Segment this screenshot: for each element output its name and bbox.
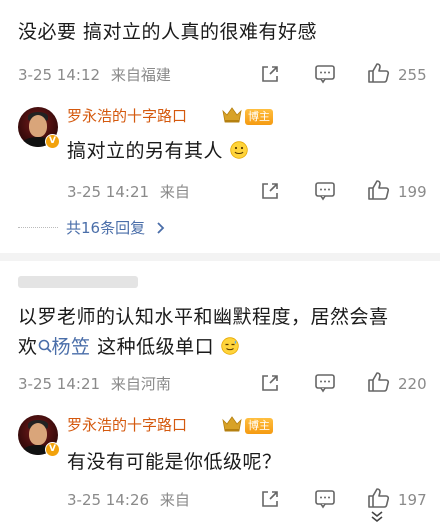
- like-count: 199: [398, 183, 427, 201]
- reply-time: 3-25 14:26: [67, 491, 150, 509]
- mention-link[interactable]: 杨笠: [38, 336, 91, 358]
- comment-text-prefix: 欢: [18, 336, 38, 358]
- crown-icon: [222, 107, 242, 127]
- like-count: 255: [398, 66, 427, 84]
- section-divider: [0, 253, 440, 261]
- reply-time: 3-25 14:21: [67, 183, 150, 201]
- sweat-smile-emoji-icon: [220, 336, 239, 355]
- blogger-badge: 博主: [245, 418, 273, 434]
- blogger-badge: 博主: [245, 109, 273, 125]
- thumbs-up-icon[interactable]: [367, 62, 391, 84]
- comment-text: 没必要 搞对立的人真的很难有好感: [18, 21, 318, 43]
- blurred-username: [18, 276, 138, 288]
- share-icon[interactable]: [260, 64, 280, 84]
- chevron-right-icon: [156, 222, 166, 234]
- more-replies-label: 共16条回复: [66, 219, 146, 237]
- reply-location: 来自: [159, 491, 190, 509]
- reply-author[interactable]: 罗永浩的十字路口: [67, 106, 187, 126]
- mention-text: 杨笠: [51, 336, 91, 358]
- like-count: 197: [398, 491, 427, 509]
- comment-icon[interactable]: [314, 181, 336, 201]
- reply-text: 搞对立的另有其人: [67, 138, 248, 164]
- comment-text-suffix: 这种低级单口: [90, 336, 215, 358]
- comment-icon[interactable]: [314, 489, 336, 509]
- verified-v-icon: V: [45, 442, 60, 457]
- share-icon[interactable]: [260, 373, 280, 393]
- double-chevron-down-icon[interactable]: [369, 511, 385, 523]
- reply-text-content: 搞对立的另有其人: [67, 140, 224, 162]
- comment-location: 来自河南: [110, 375, 171, 393]
- thumbs-up-icon[interactable]: [367, 487, 391, 509]
- divider-dots: [18, 227, 58, 228]
- view-more-replies-link[interactable]: 共16条回复: [66, 218, 166, 238]
- thumbs-up-icon[interactable]: [367, 371, 391, 393]
- comment-meta: 3-25 14:12 来自福建: [18, 65, 171, 85]
- comment-time: 3-25 14:21: [18, 375, 101, 393]
- reply-meta: 3-25 14:26 来自: [67, 490, 190, 510]
- reply-text: 有没有可能是你低级呢？: [67, 451, 282, 473]
- share-icon[interactable]: [260, 489, 280, 509]
- crown-icon: [222, 416, 242, 436]
- comment-location: 来自福建: [110, 66, 171, 84]
- reply-meta: 3-25 14:21 来自: [67, 182, 190, 202]
- comment-icon[interactable]: [314, 373, 336, 393]
- comment-text-line2: 欢杨笠 这种低级单口: [18, 334, 239, 360]
- comment-icon[interactable]: [314, 64, 336, 84]
- comment-time: 3-25 14:12: [18, 66, 101, 84]
- verified-v-icon: V: [45, 134, 60, 149]
- reply-location: 来自: [159, 183, 190, 201]
- reply-author[interactable]: 罗永浩的十字路口: [67, 415, 187, 435]
- comment-text-line1: 以罗老师的认知水平和幽默程度，居然会喜: [18, 306, 389, 328]
- like-count: 220: [398, 375, 427, 393]
- search-icon: [38, 338, 52, 354]
- smile-emoji-icon: [229, 140, 248, 159]
- comment-meta: 3-25 14:21 来自河南: [18, 374, 171, 394]
- share-icon[interactable]: [260, 181, 280, 201]
- thumbs-up-icon[interactable]: [367, 179, 391, 201]
